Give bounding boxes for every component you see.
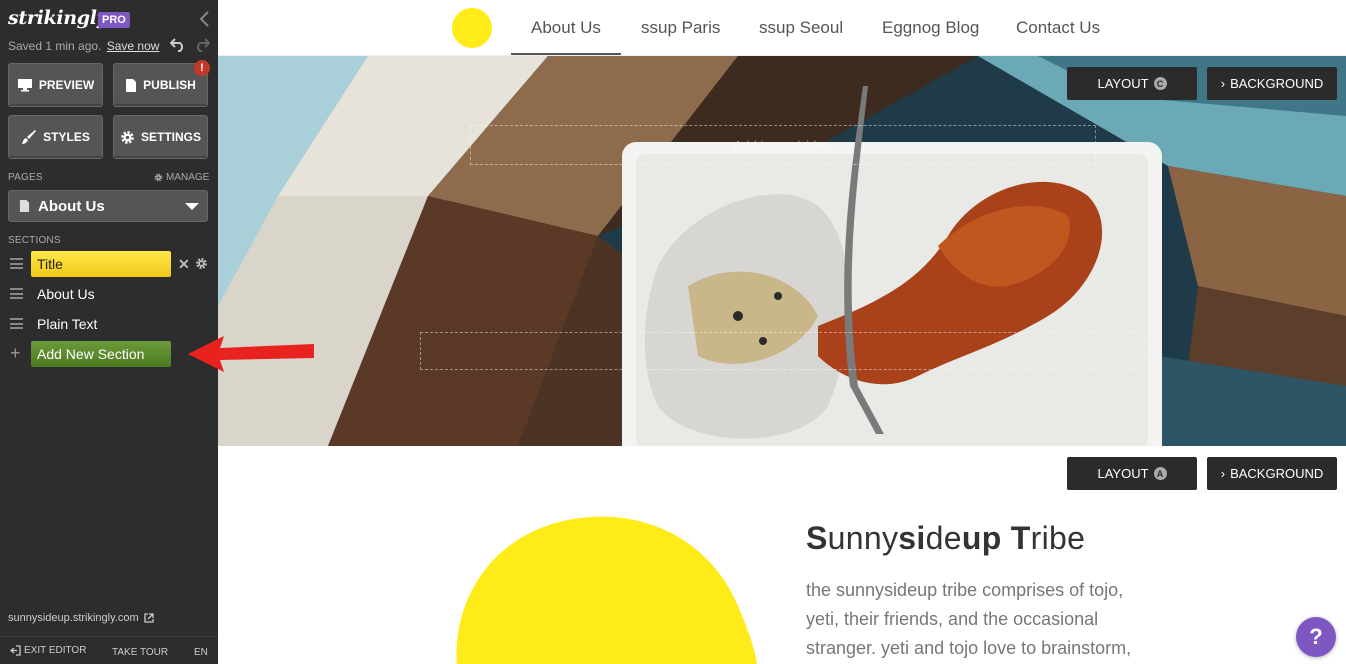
nav-item-eggnog-blog[interactable]: Eggnog Blog (882, 18, 979, 38)
about-layout-button[interactable]: LAYOUT A (1067, 457, 1197, 490)
hero-background-button[interactable]: › BACKGROUND (1207, 67, 1337, 100)
manage-pages-link[interactable]: MANAGE (154, 172, 209, 183)
layout-variant-badge: A (1153, 467, 1167, 480)
hero-background-image (218, 56, 1346, 446)
about-title[interactable]: Sunnysideup Tribe (806, 520, 1085, 557)
yellow-blob-image (456, 516, 758, 664)
sections-label: SECTIONS (8, 235, 61, 246)
red-arrow-annotation (188, 336, 314, 372)
settings-button[interactable]: SETTINGS (113, 115, 208, 159)
editor-sidebar: strikingly PRO Saved 1 min ago. Save now… (0, 0, 218, 664)
gear-icon (154, 173, 163, 182)
manage-label: MANAGE (166, 172, 210, 183)
take-tour-link[interactable]: TAKE TOUR (112, 647, 168, 658)
exit-editor-link[interactable]: EXIT EDITOR (10, 645, 86, 656)
gear-icon[interactable] (195, 257, 208, 270)
external-link-icon (143, 613, 154, 623)
site-navigation: About Us ssup Paris ssup Seoul Eggnog Bl… (218, 0, 1346, 56)
nav-item-contact-us[interactable]: Contact Us (1016, 18, 1100, 38)
chevron-down-icon (185, 203, 199, 210)
styles-button[interactable]: STYLES (8, 115, 103, 159)
current-page-label: About Us (38, 197, 105, 215)
background-label: BACKGROUND (1230, 76, 1324, 91)
saved-text: Saved 1 min ago. (8, 39, 102, 53)
exit-icon (10, 645, 21, 656)
language-selector[interactable]: EN (194, 647, 208, 658)
site-url-link[interactable]: sunnysideup.strikingly.com (8, 612, 154, 624)
preview-label: PREVIEW (38, 78, 95, 92)
site-logo[interactable] (452, 8, 492, 48)
section-item-plain-text[interactable]: Plain Text (37, 316, 97, 332)
about-body-text[interactable]: the sunnysideup tribe comprises of tojo,… (806, 576, 1146, 663)
section-item-about-us[interactable]: About Us (37, 286, 95, 302)
nav-item-ssup-paris[interactable]: ssup Paris (641, 18, 720, 38)
chevron-right-icon: › (1220, 466, 1226, 481)
hero-text-placeholder[interactable] (420, 332, 1146, 370)
page-selector[interactable]: About Us (8, 190, 208, 222)
active-nav-indicator (511, 53, 621, 55)
section-row-title: Title ✕ (0, 250, 218, 278)
gear-icon (121, 130, 134, 144)
help-button[interactable]: ? (1296, 617, 1336, 657)
drag-handle-icon[interactable] (10, 258, 23, 269)
save-now-link[interactable]: Save now (107, 39, 160, 53)
chevron-right-icon: › (1220, 76, 1226, 91)
document-icon (19, 200, 30, 212)
drag-handle-icon[interactable] (10, 318, 23, 329)
layout-variant-badge: C (1153, 77, 1167, 90)
about-section: LAYOUT A › BACKGROUND Sunnysideup Tribe … (218, 446, 1346, 664)
site-url-text: sunnysideup.strikingly.com (8, 612, 139, 624)
add-new-section-button[interactable]: Add New Section (31, 341, 171, 367)
undo-icon[interactable] (170, 38, 186, 52)
drag-handle-icon[interactable] (10, 288, 23, 299)
nav-item-about-us[interactable]: About Us (531, 18, 601, 38)
publish-button[interactable]: PUBLISH ! (113, 60, 210, 107)
exit-editor-label: EXIT EDITOR (24, 645, 87, 656)
redo-icon[interactable] (194, 38, 210, 52)
add-media-placeholder[interactable]: Add image/video. (470, 125, 1096, 165)
preview-button[interactable]: PREVIEW (8, 63, 103, 107)
pages-label: PAGES (8, 172, 43, 183)
document-icon (126, 78, 137, 92)
hero-layout-button[interactable]: LAYOUT C (1067, 67, 1197, 100)
save-status: Saved 1 min ago. Save now (8, 39, 159, 53)
section-item-title[interactable]: Title (31, 251, 171, 277)
delete-section-icon[interactable]: ✕ (178, 256, 190, 273)
paintbrush-icon (22, 130, 37, 144)
section-row-about-us: About Us (0, 280, 218, 308)
background-label: BACKGROUND (1230, 466, 1324, 481)
plus-icon: + (10, 343, 21, 363)
settings-label: SETTINGS (140, 130, 201, 144)
strikingly-logo: strikingly (8, 7, 108, 29)
hero-section: LAYOUT C › BACKGROUND Add image/video. (218, 56, 1346, 446)
layout-label: LAYOUT (1097, 466, 1149, 481)
layout-label: LAYOUT (1097, 76, 1149, 91)
publish-label: PUBLISH (143, 78, 196, 92)
publish-alert-badge: ! (194, 60, 210, 76)
collapse-sidebar-icon[interactable] (198, 10, 212, 28)
pro-badge: PRO (98, 12, 130, 28)
sidebar-footer: EXIT EDITOR TAKE TOUR EN (0, 636, 218, 664)
monitor-icon (17, 79, 32, 92)
about-background-button[interactable]: › BACKGROUND (1207, 457, 1337, 490)
styles-label: STYLES (43, 130, 90, 144)
nav-item-ssup-seoul[interactable]: ssup Seoul (759, 18, 843, 38)
